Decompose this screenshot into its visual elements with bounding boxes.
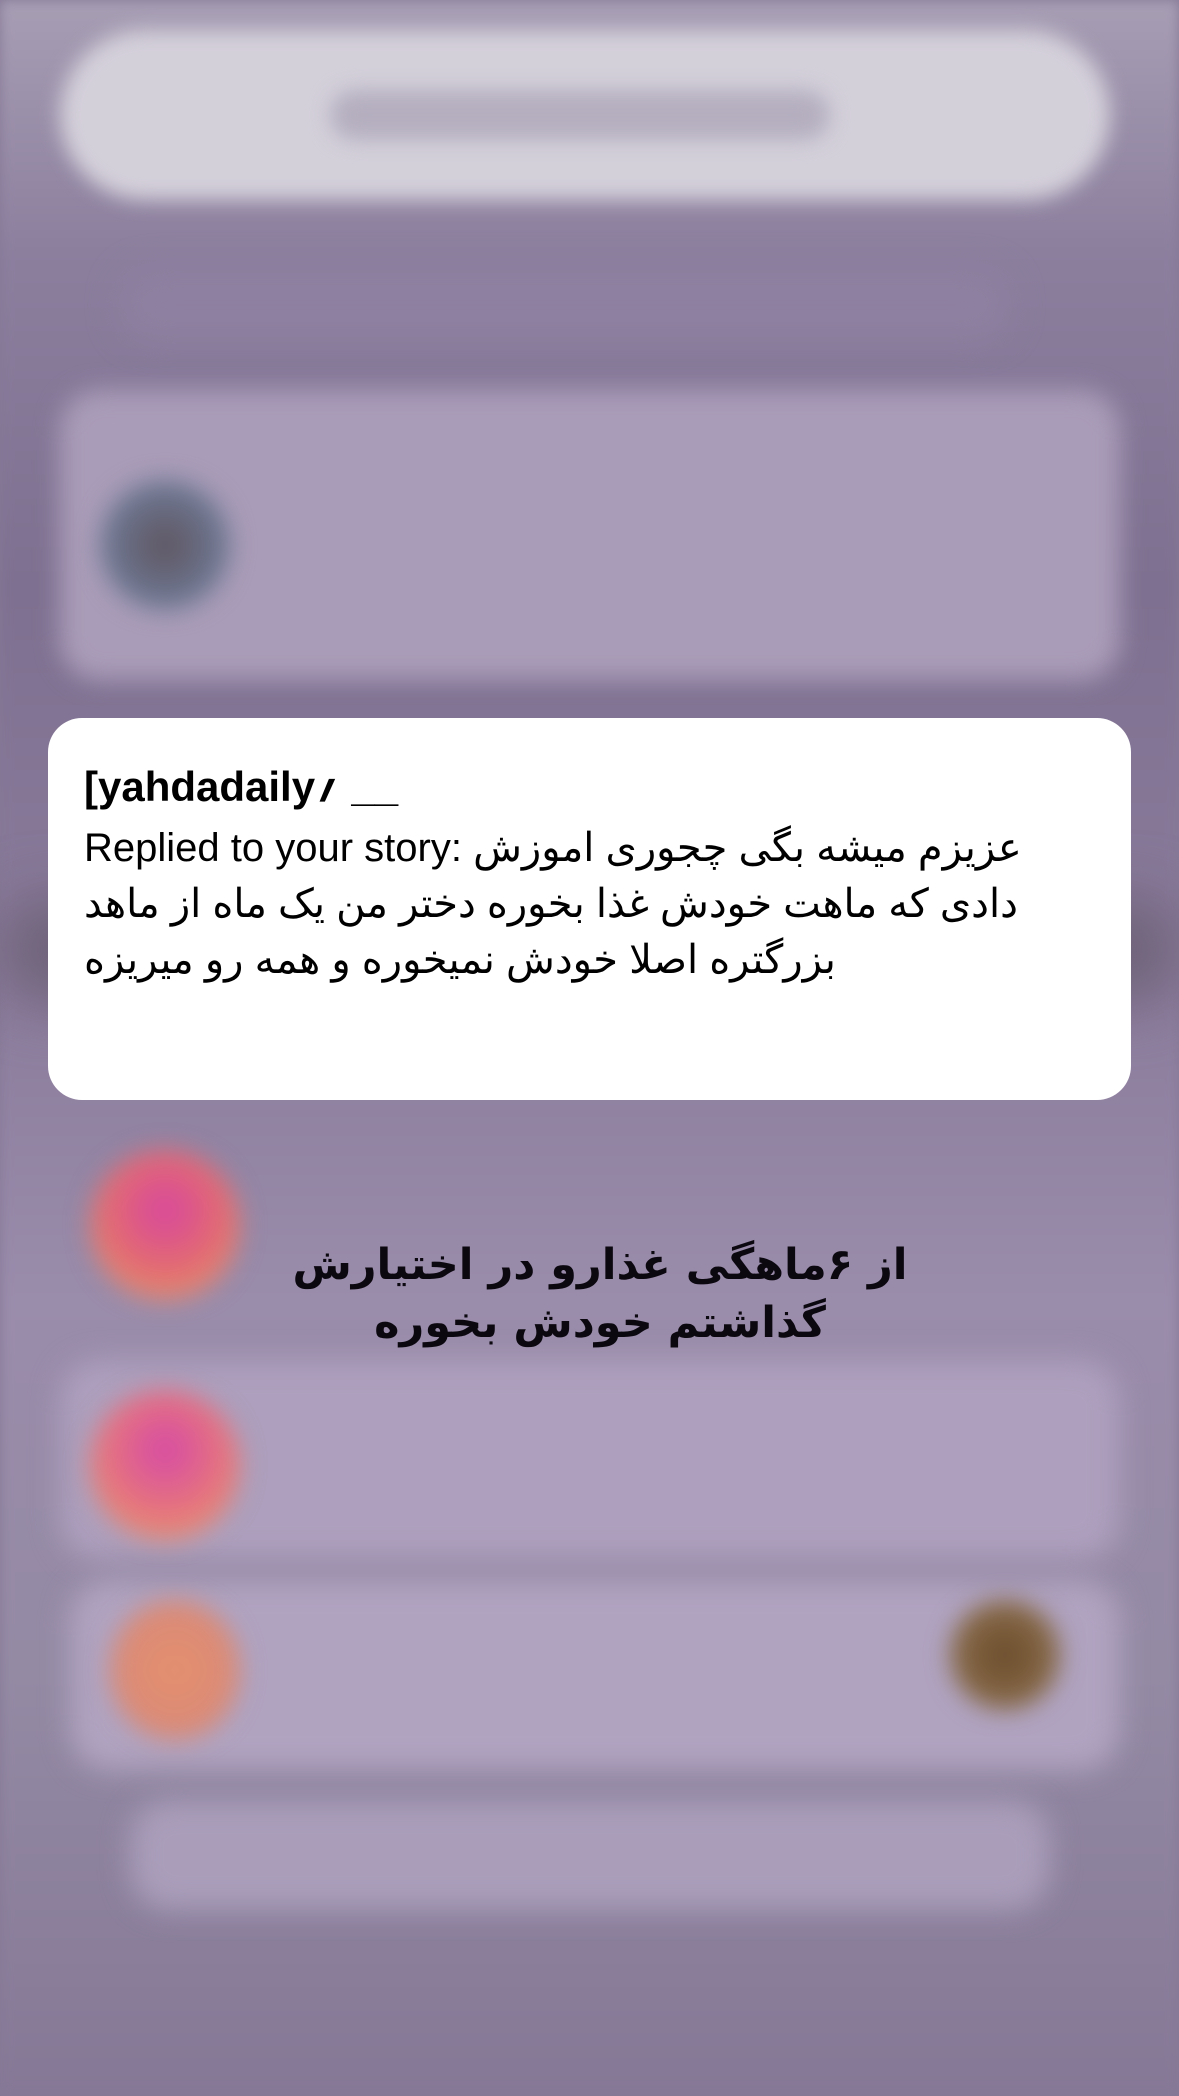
blurred-list-card [130,1800,1050,1910]
story-reply-notification[interactable]: [yahdadaily؍ __ Replied to your story: ع… [48,718,1131,1100]
blurred-avatar [950,1600,1060,1710]
caption-line-1: از ۶ماهگی غذارو در اختیارش [292,1240,908,1290]
notification-message: Replied to your story: عزیزم میشه بگی چج… [84,826,1022,982]
caption-line-2: گذاشتم خودش بخوره [374,1298,826,1348]
blurred-avatar [90,1390,240,1540]
blurred-avatar [100,480,230,610]
blurred-header [120,270,1010,340]
blurred-avatar [110,1600,240,1740]
story-caption: از ۶ماهگی غذارو در اختیارش گذاشتم خودش ب… [200,1236,1000,1352]
notification-sender: [yahdadaily؍ __ [84,763,399,810]
blurred-search-text [330,90,830,140]
